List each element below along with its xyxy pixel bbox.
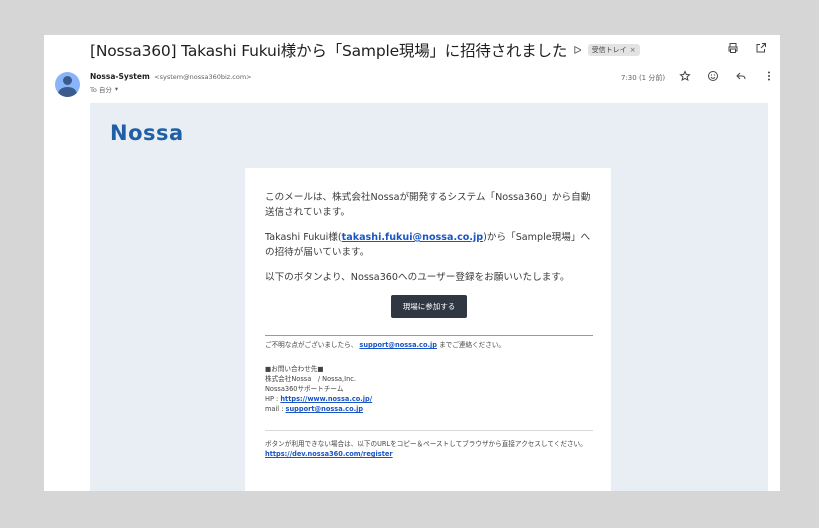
avatar-body [58,87,77,97]
homepage-link[interactable]: https://www.nossa.co.jp/ [280,395,372,403]
contact-text-after: までご連絡ください。 [436,341,506,349]
reply-icon[interactable] [734,69,748,83]
avatar-head [63,76,72,85]
contact-note: ご不明な点がございましたら、 support@nossa.co.jp までご連絡… [265,340,593,350]
message-actions [678,69,776,83]
email-subject: [Nossa360] Takashi Fukui様から「Sample現場」に招待… [90,42,568,60]
chevron-down-icon[interactable]: ▾ [115,85,118,93]
sender-name[interactable]: Nossa-System [90,72,150,81]
print-icon[interactable] [726,41,740,55]
invite-text-before: Takashi Fukui様( [265,232,342,243]
star-icon[interactable] [678,69,692,83]
support-team: Nossa360サポートチーム [265,385,344,393]
join-site-button[interactable]: 現場に参加する [390,295,468,318]
sender-info: Nossa-System <system@nossa360biz.com> [90,72,252,81]
homepage-line: HP : https://www.nossa.co.jp/ [265,394,593,404]
thread-actions [726,41,768,55]
mail-link[interactable]: support@nossa.co.jp [286,405,364,413]
register-url-link[interactable]: https://dev.nossa360.com/register [265,450,393,458]
contact-text-before: ご不明な点がございましたら、 [265,341,360,349]
more-vert-icon[interactable] [762,69,776,83]
inbox-label-chip[interactable]: 受信トレイ × [587,44,640,56]
message-time: 7:30 (1 分前) [621,74,666,82]
company-name: 株式会社Nossa / Nossa,Inc. [265,375,356,383]
inviter-email-link[interactable]: takashi.fukui@nossa.co.jp [342,232,484,243]
footer-note: ボタンが利用できない場合は、以下のURLをコピー＆ペーストしてブラウザから直接ア… [265,439,593,459]
email-content-card: このメールは、株式会社Nossaが開発するシステム「Nossa360」から自動送… [245,168,611,491]
cta-wrap: 現場に参加する [265,295,593,318]
card-inner: このメールは、株式会社Nossaが開発するシステム「Nossa360」から自動送… [265,190,593,459]
emoji-icon[interactable] [706,69,720,83]
section-divider [265,335,593,336]
recipient-text: To 自分 [90,86,112,94]
recipient-line[interactable]: To 自分 ▾ [90,84,118,94]
sender-email: <system@nossa360biz.com> [154,73,252,81]
contact-block: ■お問い合わせ先■ 株式会社Nossa / Nossa,Inc. Nossa36… [265,364,593,414]
nossa-logo: Nossa [110,121,184,145]
importance-icon[interactable]: ᐅ [573,44,581,57]
email-body-area: Nossa このメールは、株式会社Nossaが開発するシステム「Nossa360… [90,103,768,491]
intro-paragraph: このメールは、株式会社Nossaが開発するシステム「Nossa360」から自動送… [265,192,591,218]
mail-label: mail : [265,405,286,413]
support-email-link[interactable]: support@nossa.co.jp [359,341,437,349]
hp-label: HP : [265,395,281,403]
inbox-label-text: 受信トレイ [591,46,627,54]
register-paragraph: 以下のボタンより、Nossa360へのユーザー登録をお願いいたします。 [265,272,570,283]
email-view: [Nossa360] Takashi Fukui様から「Sample現場」に招待… [44,35,780,491]
inquiry-title: ■お問い合わせ先■ [265,365,324,373]
remove-label-icon[interactable]: × [630,46,636,54]
subject-row: [Nossa360] Takashi Fukui様から「Sample現場」に招待… [90,39,780,61]
footer-divider [265,430,593,431]
open-in-new-icon[interactable] [754,41,768,55]
sender-avatar[interactable] [55,72,80,97]
footer-text: ボタンが利用できない場合は、以下のURLをコピー＆ペーストしてブラウザから直接ア… [265,440,587,448]
invite-paragraph: Takashi Fukui様(takashi.fukui@nossa.co.jp… [265,230,593,260]
mail-line: mail : support@nossa.co.jp [265,404,593,414]
